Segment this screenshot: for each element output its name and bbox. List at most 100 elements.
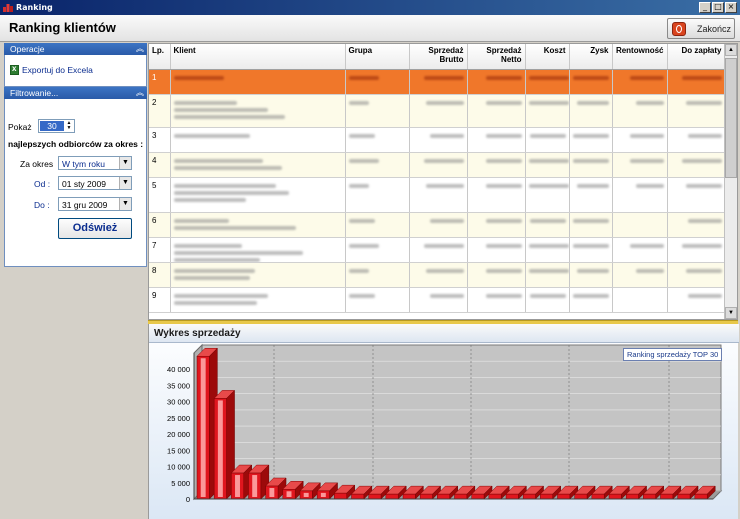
y-tick-label: 15 000 <box>167 446 190 455</box>
bar <box>591 493 605 500</box>
chevron-down-icon[interactable]: ▼ <box>119 198 131 210</box>
cell-redacted <box>612 287 668 313</box>
cell-redacted <box>667 262 726 288</box>
top-count-stepper[interactable]: 30 ▲ ▼ <box>38 119 75 133</box>
bar <box>643 493 656 500</box>
cell-redacted <box>667 212 726 238</box>
cell-lp: 4 <box>149 152 171 178</box>
bar <box>557 493 571 500</box>
table-row[interactable]: 7 <box>149 237 726 263</box>
chevron-down-icon[interactable]: ▼ <box>119 157 131 169</box>
cell-lp: 5 <box>149 177 171 213</box>
redacted-text <box>348 183 369 188</box>
table-row[interactable]: 8 <box>149 262 726 288</box>
redacted-text <box>528 268 568 273</box>
maximize-button[interactable]: □ <box>712 2 724 13</box>
table-row[interactable]: 5 <box>149 177 726 213</box>
stepper-arrows-icon[interactable]: ▲ ▼ <box>65 121 73 131</box>
cell-redacted <box>409 237 468 263</box>
cell-redacted <box>409 152 468 178</box>
window-close-button[interactable]: × <box>725 2 737 13</box>
redacted-text <box>429 293 464 298</box>
redacted-text <box>635 100 664 105</box>
refresh-button[interactable]: Odśwież <box>58 218 132 239</box>
chart-panel-title: Wykres sprzedaży <box>154 328 241 339</box>
table-row[interactable]: 2 <box>149 94 726 128</box>
redacted-text <box>348 243 379 248</box>
cell-redacted <box>667 287 726 313</box>
column-header-cost[interactable]: Koszt <box>525 44 570 70</box>
column-header-to-pay[interactable]: Do zapłaty <box>667 44 726 70</box>
redacted-text <box>685 100 722 105</box>
redacted-text <box>629 75 664 80</box>
column-header-group[interactable]: Grupa <box>345 44 410 70</box>
redacted-text <box>528 183 568 188</box>
cell-lp: 3 <box>149 127 171 153</box>
redacted-text <box>173 225 296 230</box>
cell-redacted <box>467 237 526 263</box>
period-value: W tym roku <box>62 159 105 169</box>
scroll-up-icon[interactable]: ▲ <box>725 44 737 56</box>
cell-client-redacted <box>170 212 346 238</box>
table-row[interactable]: 6 <box>149 212 726 238</box>
column-header-profit[interactable]: Zysk <box>569 44 613 70</box>
cell-redacted <box>569 287 613 313</box>
column-header-client[interactable]: Klient <box>170 44 346 70</box>
collapse-icon[interactable]: ︽ <box>136 87 144 99</box>
redacted-text <box>529 293 566 298</box>
cell-lp: 8 <box>149 262 171 288</box>
column-header-gross-sales[interactable]: Sprzedaż Brutto <box>409 44 468 70</box>
column-header-lp[interactable]: Lp. <box>149 44 171 70</box>
cell-client-redacted <box>170 287 346 313</box>
top-count-value[interactable]: 30 <box>40 121 64 131</box>
table-row[interactable]: 3 <box>149 127 726 153</box>
chevron-down-icon[interactable]: ▼ <box>119 177 131 189</box>
bar <box>694 493 708 500</box>
cell-redacted <box>345 69 410 95</box>
table-row[interactable]: 1 <box>149 69 726 95</box>
cell-client-redacted <box>170 69 346 95</box>
table-row[interactable]: 9 <box>149 287 726 313</box>
date-to-picker[interactable]: 31 gru 2009 ▼ <box>58 197 132 211</box>
cell-redacted <box>612 237 668 263</box>
bar <box>402 493 416 500</box>
operations-header[interactable]: Operacje ︽ <box>4 43 147 55</box>
filter-header[interactable]: Filtrowanie... ︽ <box>4 87 147 99</box>
bar <box>385 493 399 500</box>
exit-button[interactable]: Zakończ <box>667 18 735 39</box>
cell-redacted <box>525 152 570 178</box>
column-header-net-sales[interactable]: Sprzedaż Netto <box>467 44 526 70</box>
cell-redacted <box>667 69 726 95</box>
cell-redacted <box>667 237 726 263</box>
redacted-text <box>681 158 722 163</box>
bar <box>540 493 553 500</box>
redacted-text <box>173 133 250 138</box>
date-from-value: 01 sty 2009 <box>62 179 106 189</box>
scroll-down-icon[interactable]: ▼ <box>725 307 737 319</box>
redacted-text <box>572 133 609 138</box>
cell-redacted <box>467 212 526 238</box>
scrollbar-thumb[interactable] <box>725 58 737 178</box>
table-row[interactable]: 4 <box>149 152 726 178</box>
bar-highlight <box>269 488 275 497</box>
table-scrollbar[interactable]: ▲ ▼ <box>724 44 737 319</box>
bar <box>505 493 519 500</box>
cell-redacted <box>525 237 570 263</box>
row-number: 6 <box>152 215 157 225</box>
bar-highlight <box>286 491 292 497</box>
export-excel-link[interactable]: Exportuj do Excela <box>10 64 93 75</box>
column-header-profitability[interactable]: Rentowność <box>612 44 668 70</box>
collapse-icon[interactable]: ︽ <box>136 43 144 55</box>
row-number: 3 <box>152 130 157 140</box>
cell-client-redacted <box>170 237 346 263</box>
date-from-picker[interactable]: 01 sty 2009 ▼ <box>58 176 132 190</box>
redacted-text <box>173 100 237 105</box>
minimize-button[interactable]: _ <box>699 2 711 13</box>
redacted-text <box>528 158 568 163</box>
period-select[interactable]: W tym roku ▼ <box>58 156 132 170</box>
redacted-text <box>485 218 522 223</box>
cell-redacted <box>467 94 526 128</box>
redacted-text <box>173 197 246 202</box>
cell-redacted <box>525 287 570 313</box>
redacted-text <box>485 133 522 138</box>
